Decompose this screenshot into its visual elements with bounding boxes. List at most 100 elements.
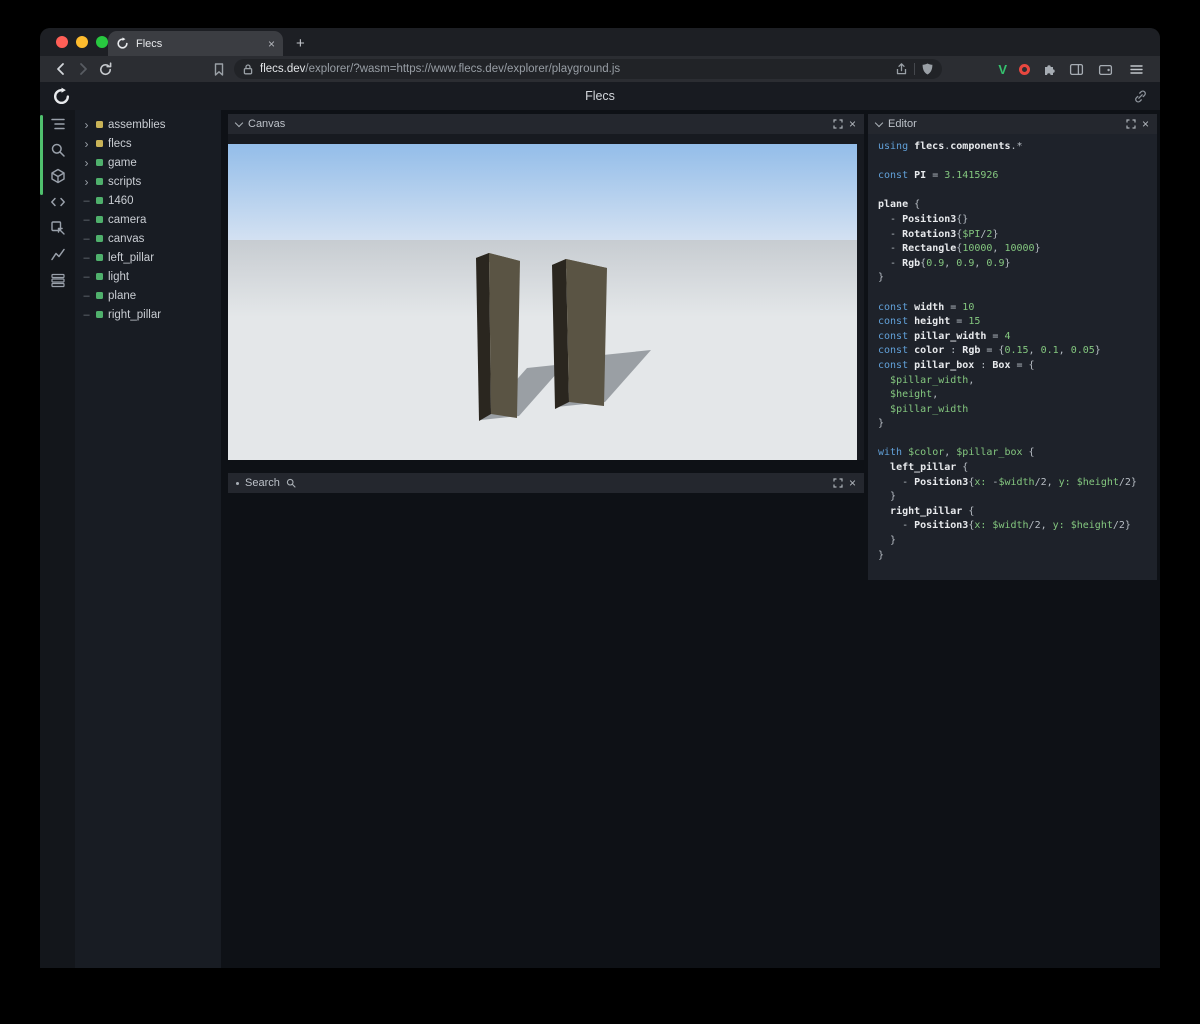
address-bar[interactable]: flecs.dev/explorer/?wasm=https://www.fle…	[234, 59, 943, 79]
entity-tree-icon[interactable]	[50, 116, 66, 132]
expand-panel-icon[interactable]	[833, 119, 843, 129]
canvas-panel-body	[228, 134, 864, 460]
entity-label: right_pillar	[108, 308, 162, 321]
chevron-down-icon[interactable]	[874, 118, 884, 127]
app-header: Flecs	[40, 82, 1160, 110]
browser-window: Flecs × + flecs.dev/explorer/?wasm=https…	[40, 28, 1160, 968]
entity-label: assemblies	[108, 118, 166, 131]
expand-panel-icon[interactable]	[1126, 119, 1136, 129]
tree-item-flecs[interactable]: › flecs	[75, 134, 221, 153]
search-magnifier-icon	[286, 478, 296, 488]
active-panel-indicator	[40, 115, 43, 195]
minimize-window-button[interactable]	[76, 36, 88, 48]
flecs-favicon-icon	[117, 37, 128, 49]
share-link-icon[interactable]	[1133, 89, 1148, 104]
tree-item-left_pillar[interactable]: – left_pillar	[75, 248, 221, 267]
v-extension-icon[interactable]: V	[998, 62, 1007, 77]
editor-panel-header[interactable]: Editor ×	[868, 114, 1157, 134]
entity-kind-swatch	[96, 273, 103, 280]
expand-chevron-icon[interactable]: ›	[82, 118, 91, 132]
code-line: - Position3{x: $width/2, y: $height/2}	[878, 520, 1131, 532]
right-pillar-side	[552, 259, 569, 409]
brave-shield-icon[interactable]	[921, 62, 934, 76]
leaf-dash-icon: –	[83, 289, 90, 302]
code-line: }	[878, 418, 885, 430]
code-line: const pillar_width = 4	[878, 330, 1011, 342]
search-icon[interactable]	[50, 142, 66, 158]
zoom-window-button[interactable]	[96, 36, 108, 48]
code-icon[interactable]	[50, 194, 66, 210]
sky	[228, 144, 857, 240]
tree-item-assemblies[interactable]: › assemblies	[75, 115, 221, 134]
entity-label: canvas	[108, 232, 145, 245]
chevron-down-icon[interactable]	[234, 118, 244, 127]
code-line: - Position3{}	[878, 213, 969, 225]
wallet-icon[interactable]	[1098, 62, 1113, 77]
inspector-icon[interactable]	[50, 220, 66, 236]
browser-tab[interactable]: Flecs ×	[108, 31, 283, 56]
panel-canvas: Canvas ×	[228, 114, 864, 460]
tree-item-right_pillar[interactable]: – right_pillar	[75, 305, 221, 324]
entity-kind-swatch	[96, 121, 103, 128]
expand-chevron-icon[interactable]: ›	[82, 175, 91, 189]
tree-item-scripts[interactable]: › scripts	[75, 172, 221, 191]
entity-kind-swatch	[96, 292, 103, 299]
cube-icon[interactable]	[50, 168, 66, 184]
tree-item-1460[interactable]: – 1460	[75, 191, 221, 210]
flecs-logo-icon	[53, 87, 70, 104]
code-line: - Rgb{0.9, 0.9, 0.9}	[878, 257, 1011, 269]
code-line: - Position3{x: -$width/2, y: $height/2}	[878, 476, 1137, 488]
forward-button[interactable]	[72, 59, 94, 79]
panel-search: Search ×	[228, 473, 864, 493]
canvas-panel-header[interactable]: Canvas ×	[228, 114, 864, 134]
panel-dot-icon[interactable]	[236, 481, 239, 485]
stats-chart-icon[interactable]	[50, 246, 66, 262]
extension-cluster: V	[942, 62, 1150, 77]
code-area[interactable]: using flecs.components.* const PI = 3.14…	[868, 134, 1157, 580]
tree-item-plane[interactable]: – plane	[75, 286, 221, 305]
close-panel-icon[interactable]: ×	[1142, 118, 1149, 130]
tree-item-canvas[interactable]: – canvas	[75, 229, 221, 248]
tree-item-game[interactable]: › game	[75, 153, 221, 172]
entity-label: flecs	[108, 137, 132, 150]
code-line: with $color, $pillar_box {	[878, 447, 1035, 459]
entity-label: light	[108, 270, 130, 283]
browser-menu-icon[interactable]	[1129, 62, 1144, 77]
entity-kind-swatch	[96, 178, 103, 185]
search-panel-title: Search	[245, 477, 280, 489]
red-ring-extension-icon[interactable]	[1019, 63, 1030, 75]
expand-panel-icon[interactable]	[833, 478, 843, 488]
rows-icon[interactable]	[50, 272, 66, 288]
entity-label: game	[108, 156, 137, 169]
tab-title: Flecs	[136, 37, 163, 50]
expand-chevron-icon[interactable]: ›	[82, 156, 91, 170]
share-icon[interactable]	[895, 62, 908, 76]
ground-plane	[228, 240, 857, 460]
back-button[interactable]	[50, 59, 72, 79]
expand-chevron-icon[interactable]: ›	[82, 137, 91, 151]
extensions-puzzle-icon[interactable]	[1042, 62, 1057, 77]
new-tab-button[interactable]: +	[296, 35, 305, 52]
code-line: const height = 15	[878, 316, 981, 328]
close-panel-icon[interactable]: ×	[849, 477, 856, 489]
close-window-button[interactable]	[56, 36, 68, 48]
reload-button[interactable]	[94, 59, 116, 79]
tree-item-light[interactable]: – light	[75, 267, 221, 286]
bookmark-icon[interactable]	[208, 59, 230, 79]
tree-item-camera[interactable]: – camera	[75, 210, 221, 229]
code-line: }	[878, 535, 897, 547]
3d-viewport[interactable]	[228, 144, 857, 460]
entity-label: camera	[108, 213, 147, 226]
code-line: plane {	[878, 199, 921, 211]
search-panel-header[interactable]: Search ×	[228, 473, 864, 493]
code-line: right_pillar {	[890, 505, 975, 517]
entity-kind-swatch	[96, 216, 103, 223]
close-panel-icon[interactable]: ×	[849, 118, 856, 130]
code-line: $pillar_width,	[890, 374, 975, 386]
entity-label: 1460	[108, 194, 134, 207]
sidebar-toggle-icon[interactable]	[1069, 62, 1084, 77]
tab-close-icon[interactable]: ×	[268, 38, 275, 50]
